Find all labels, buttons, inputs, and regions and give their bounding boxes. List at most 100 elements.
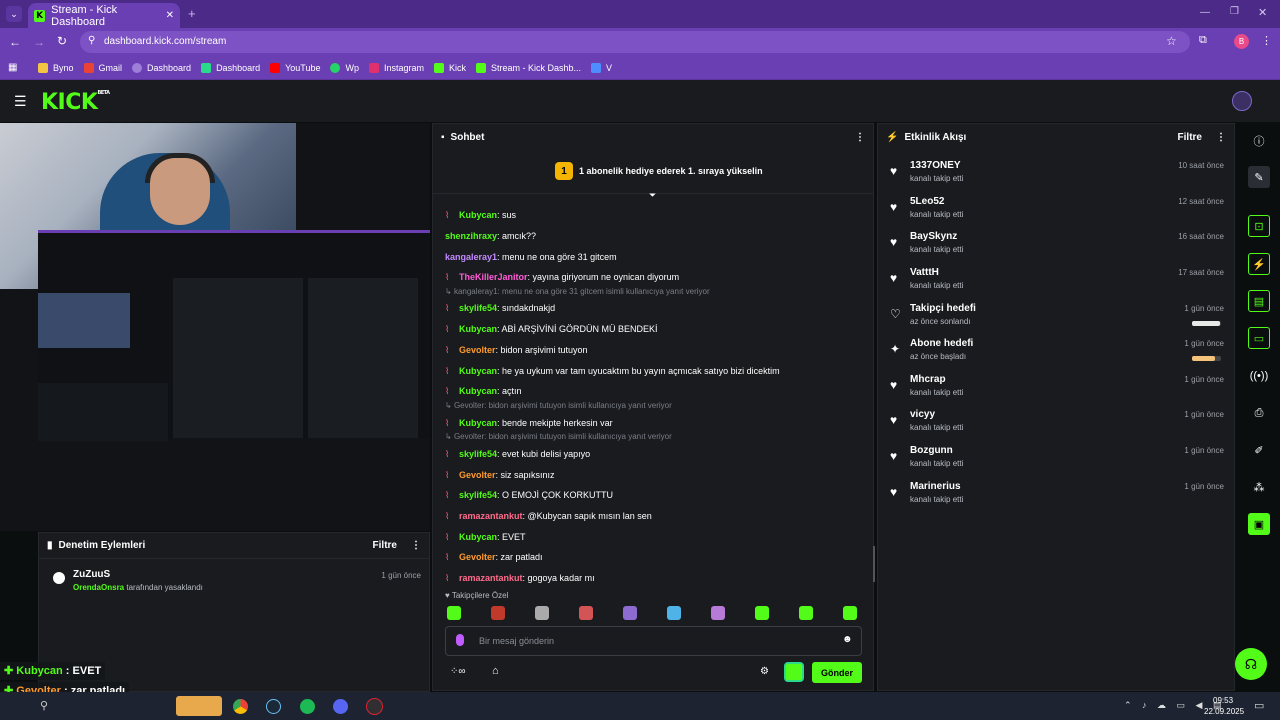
emote-icon[interactable] bbox=[843, 606, 857, 620]
emote-icon[interactable] bbox=[711, 606, 725, 620]
obs-icon[interactable] bbox=[366, 698, 383, 715]
profile-avatar[interactable]: B bbox=[1234, 34, 1249, 49]
minimize-icon[interactable]: — bbox=[1200, 7, 1210, 18]
chat-username[interactable]: Kubycan bbox=[459, 418, 497, 428]
notes-icon[interactable]: ▤ bbox=[1248, 290, 1270, 312]
chat-input[interactable]: Bir mesaj gönderin ☻ bbox=[445, 626, 862, 656]
chat-username[interactable]: ramazantankut bbox=[459, 573, 523, 583]
event-item[interactable]: ♥ Marinerius kanalı takip etti 1 gün önce bbox=[888, 481, 1228, 515]
back-icon[interactable]: ← bbox=[9, 35, 21, 49]
tab-stream[interactable]: K Stream - Kick Dashboard ✕ bbox=[28, 3, 180, 28]
emote-icon[interactable] bbox=[579, 606, 593, 620]
chat-tools-icon[interactable]: ⁘∞ bbox=[450, 666, 466, 677]
reload-icon[interactable]: ↻ bbox=[57, 34, 67, 48]
emote-icon[interactable] bbox=[447, 606, 461, 620]
chat-reply-context[interactable]: ↳ kangaleray1: menu ne ona göre 31 gitce… bbox=[445, 287, 710, 296]
bookmark-dashboard-1[interactable]: Dashboard bbox=[132, 62, 191, 73]
moderation-item-user[interactable]: ZuZuuS bbox=[73, 569, 110, 580]
bookmark-gmail[interactable]: Gmail bbox=[83, 62, 122, 73]
edit-icon[interactable]: ✎ bbox=[1248, 166, 1270, 188]
discord-icon[interactable] bbox=[333, 699, 348, 714]
search-icon[interactable]: ⚲ bbox=[40, 699, 48, 712]
apps-grid-icon[interactable]: ▦ bbox=[8, 62, 17, 73]
capture-icon[interactable]: ⊡ bbox=[1248, 215, 1270, 237]
chat-scrollbar[interactable] bbox=[873, 546, 875, 582]
chat-menu-icon[interactable]: ⋮ bbox=[855, 132, 865, 143]
chat-settings-icon[interactable]: ⚙ bbox=[760, 666, 769, 677]
bookmark-byno[interactable]: Byno bbox=[38, 62, 74, 73]
event-filter-button[interactable]: Filtre bbox=[1178, 132, 1202, 143]
boost-icon[interactable]: ⚡ bbox=[1248, 253, 1270, 275]
chat-username[interactable]: Gevolter bbox=[459, 345, 496, 355]
event-menu-icon[interactable]: ⋮ bbox=[1216, 132, 1226, 143]
bookmark-kick[interactable]: Kick bbox=[434, 62, 466, 73]
tab-list-button[interactable]: ⌄ bbox=[6, 6, 22, 22]
store-icon[interactable]: ⌂ bbox=[492, 665, 499, 677]
chat-username[interactable]: Gevolter bbox=[459, 470, 496, 480]
restore-icon[interactable]: ❐ bbox=[1230, 6, 1239, 17]
info-icon[interactable]: ⓘ bbox=[1248, 130, 1270, 152]
print-icon[interactable]: ⎙ bbox=[1248, 402, 1270, 424]
event-item[interactable]: ♥ BaySkynz kanalı takip etti 16 saat önce bbox=[888, 231, 1228, 265]
chat-username[interactable]: Kubycan bbox=[459, 532, 497, 542]
clock-date[interactable]: 22.09.2025 bbox=[1204, 707, 1244, 716]
apps-icon[interactable]: ⁂ bbox=[1248, 476, 1270, 498]
emote-icon[interactable] bbox=[799, 606, 813, 620]
chat-scroll-indicator-icon[interactable]: ⏷ bbox=[649, 190, 656, 201]
broadcast-icon[interactable]: ((•)) bbox=[1248, 365, 1270, 387]
browser-menu-icon[interactable]: ⋮ bbox=[1261, 34, 1272, 47]
forward-icon[interactable]: → bbox=[33, 35, 45, 49]
moderator-name[interactable]: OrendaOnsra bbox=[73, 583, 124, 592]
chat-username[interactable]: Kubycan bbox=[459, 366, 497, 376]
bookmark-youtube[interactable]: YouTube bbox=[270, 62, 320, 73]
chat-username[interactable]: Gevolter bbox=[459, 552, 496, 562]
url-field[interactable]: ⚲ dashboard.kick.com/stream bbox=[80, 31, 1190, 53]
chat-username[interactable]: shenzihraxy bbox=[445, 231, 497, 241]
emoji-icon[interactable]: ☻ bbox=[842, 634, 853, 645]
support-button[interactable]: ☊ bbox=[1235, 648, 1267, 680]
chrome-icon[interactable] bbox=[233, 699, 248, 714]
tools-icon[interactable]: ✐ bbox=[1248, 439, 1270, 461]
close-window-icon[interactable]: ✕ bbox=[1258, 6, 1267, 19]
emote-icon[interactable] bbox=[755, 606, 769, 620]
bookmark-v[interactable]: V bbox=[591, 62, 612, 73]
chat-username[interactable]: skylife54 bbox=[459, 449, 497, 459]
spotify-icon[interactable] bbox=[300, 699, 315, 714]
event-item[interactable]: ♥ Mhcrap kanalı takip etti 1 gün önce bbox=[888, 374, 1228, 408]
bookmark-dashboard-2[interactable]: Dashboard bbox=[201, 62, 260, 73]
user-avatar[interactable] bbox=[1232, 91, 1252, 111]
chat-username[interactable]: ramazantankut bbox=[459, 511, 523, 521]
bookmark-star-icon[interactable]: ☆ bbox=[1166, 34, 1177, 48]
clock-time[interactable]: 09:53 bbox=[1213, 696, 1233, 705]
tab-close-icon[interactable]: ✕ bbox=[166, 10, 174, 21]
event-item[interactable]: ✦ Abone hedefi az önce başladı 1 gün önce bbox=[888, 338, 1228, 372]
event-item[interactable]: ♥ 5Leo52 kanalı takip etti 12 saat önce bbox=[888, 196, 1228, 230]
chat-username[interactable]: skylife54 bbox=[459, 490, 497, 500]
chat-username[interactable]: Kubycan bbox=[459, 324, 497, 334]
kick-logo[interactable]: KICKBETA bbox=[41, 90, 110, 115]
kick-bot-icon[interactable] bbox=[784, 662, 804, 682]
bookmark-stream[interactable]: Stream - Kick Dashb... bbox=[476, 62, 581, 73]
site-info-icon[interactable]: ⚲ bbox=[88, 35, 95, 46]
event-item[interactable]: ♥ VatttH kanalı takip etti 17 saat önce bbox=[888, 267, 1228, 301]
bookmark-wp[interactable]: Wp bbox=[330, 62, 359, 73]
event-item[interactable]: ♥ 1337ONEY kanalı takip etti 10 saat önce bbox=[888, 160, 1228, 194]
emote-icon[interactable] bbox=[491, 606, 505, 620]
mic-icon[interactable] bbox=[456, 634, 464, 646]
gift-banner[interactable]: 1 1 abonelik hediye ederek 1. sıraya yük… bbox=[433, 150, 873, 194]
chat-username[interactable]: TheKillerJanitor bbox=[459, 272, 528, 282]
taskbar-app-1[interactable] bbox=[176, 696, 222, 716]
extensions-icon[interactable]: ⧉ bbox=[1199, 34, 1207, 47]
hamburger-menu-icon[interactable]: ☰ bbox=[14, 93, 27, 110]
chat-username[interactable]: Kubycan bbox=[459, 386, 497, 396]
chat-username[interactable]: Kubycan bbox=[459, 210, 497, 220]
chat-username[interactable]: skylife54 bbox=[459, 303, 497, 313]
chat-reply-context[interactable]: ↳ Gevolter: bidon arşivimi tutuyon isiml… bbox=[445, 432, 672, 441]
stream-preview[interactable] bbox=[0, 123, 430, 531]
steam-icon[interactable] bbox=[266, 699, 281, 714]
chat-popout-icon[interactable]: ▭ bbox=[1248, 327, 1270, 349]
send-button[interactable]: Gönder bbox=[812, 662, 862, 683]
clapper-icon[interactable]: ▣ bbox=[1248, 513, 1270, 535]
new-tab-button[interactable]: + bbox=[188, 6, 196, 21]
bookmark-instagram[interactable]: Instagram bbox=[368, 62, 424, 73]
